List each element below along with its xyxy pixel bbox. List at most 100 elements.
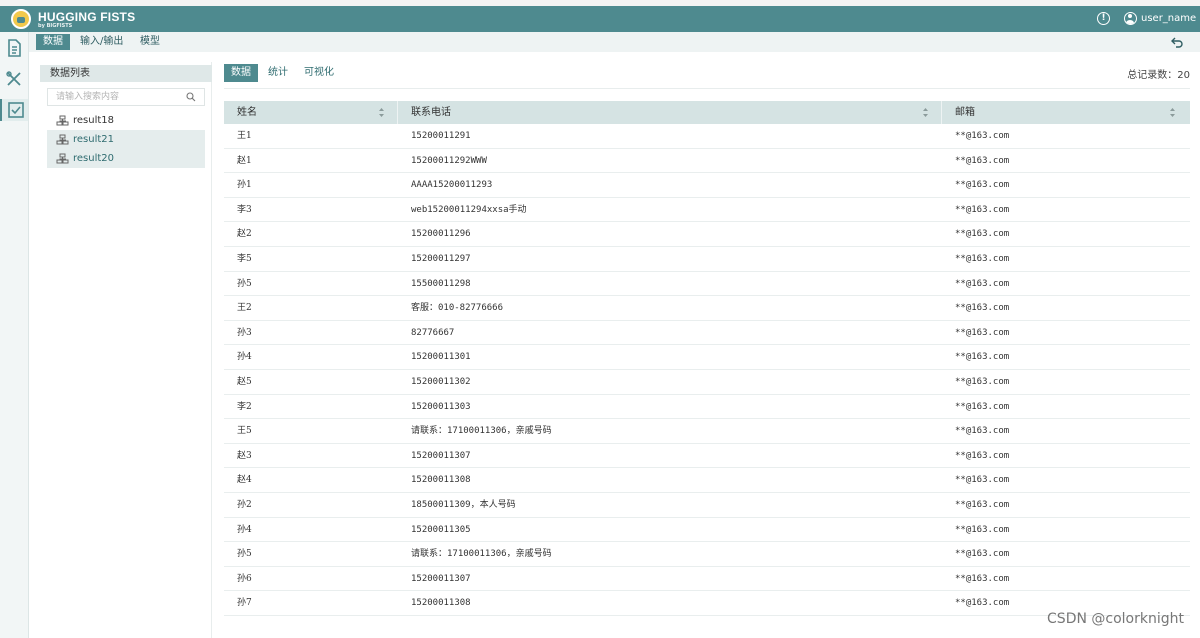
search-input[interactable]: 请输入搜索内容 <box>47 88 205 106</box>
table-row[interactable]: 赵3 15200011307 **@163.com <box>224 444 1190 469</box>
tab-stats[interactable]: 统计 <box>261 64 295 82</box>
table-row[interactable]: 王2 客服：010-82776666 **@163.com <box>224 296 1190 321</box>
table-row[interactable]: 孙1 AAAA15200011293 **@163.com <box>224 173 1190 198</box>
cell-name: 孙5 <box>237 278 252 289</box>
list-item-result20[interactable]: result20 <box>47 149 205 168</box>
cell-email: **@163.com <box>955 352 1010 363</box>
cell-name: 孙5 <box>237 549 252 560</box>
table-row[interactable]: 赵2 15200011296 **@163.com <box>224 222 1190 247</box>
table-header: 姓名 联系电话 邮箱 <box>224 101 1190 124</box>
main-tabs: 数据 统计 可视化 总记录数：20 <box>224 63 1190 89</box>
total-value: 20 <box>1177 70 1190 81</box>
table-row[interactable]: 王1 15200011291 **@163.com <box>224 124 1190 149</box>
column-header-phone[interactable]: 联系电话 <box>411 101 451 124</box>
tab-visualization[interactable]: 可视化 <box>297 64 341 82</box>
data-table: 姓名 联系电话 邮箱 王1 15200011291 **@163.com 赵1 152… <box>224 101 1190 616</box>
cell-email: **@163.com <box>955 253 1010 264</box>
back-icon[interactable] <box>1170 35 1184 49</box>
cell-email: **@163.com <box>955 376 1010 387</box>
table-row[interactable]: 孙4 15200011301 **@163.com <box>224 345 1190 370</box>
cell-email: **@163.com <box>955 524 1010 535</box>
cell-phone: 15200011296 <box>411 229 471 240</box>
sort-icon[interactable] <box>378 107 385 118</box>
user-name[interactable]: user_name <box>1141 13 1196 24</box>
tab-data[interactable]: 数据 <box>224 64 258 82</box>
cell-name: 孙3 <box>237 327 252 338</box>
watermark: CSDN @colorknight <box>1047 611 1184 627</box>
table-row[interactable]: 孙5 15500011298 **@163.com <box>224 272 1190 297</box>
database-icon <box>56 134 69 145</box>
cell-name: 孙7 <box>237 598 252 609</box>
column-divider <box>941 101 942 124</box>
cell-phone: 82776667 <box>411 327 455 338</box>
cell-email: **@163.com <box>955 573 1010 584</box>
table-row[interactable]: 孙5 请联系：17100011306，亲戚号码 **@163.com <box>224 542 1190 567</box>
table-row[interactable]: 赵5 15200011302 **@163.com <box>224 370 1190 395</box>
cell-phone: 15200011303 <box>411 401 471 412</box>
cell-name: 李5 <box>237 253 252 264</box>
cell-phone: 15200011308 <box>411 598 471 609</box>
nav-tab-model[interactable]: 模型 <box>133 34 167 50</box>
cell-phone: 15200011292WWW <box>411 155 487 166</box>
cell-name: 李2 <box>237 401 252 412</box>
list-item-result18[interactable]: result18 <box>47 111 205 130</box>
table-row[interactable]: 李3 web15200011294xxsa手动 **@163.com <box>224 198 1190 223</box>
cell-phone: 请联系：17100011306，亲戚号码 <box>411 426 552 437</box>
table-row[interactable]: 赵1 15200011292WWW **@163.com <box>224 149 1190 174</box>
cell-email: **@163.com <box>955 426 1010 437</box>
cell-email: **@163.com <box>955 549 1010 560</box>
nav-tab-data[interactable]: 数据 <box>36 34 70 50</box>
sort-icon[interactable] <box>922 107 929 118</box>
cell-email: **@163.com <box>955 155 1010 166</box>
list-item-result21[interactable]: result21 <box>47 130 205 149</box>
cell-email: **@163.com <box>955 450 1010 461</box>
cell-name: 赵4 <box>237 475 252 486</box>
table-row[interactable]: 孙2 18500011309，本人号码 **@163.com <box>224 493 1190 518</box>
cell-email: **@163.com <box>955 204 1010 215</box>
cell-phone: 15200011297 <box>411 253 471 264</box>
app-header: HUGGING FISTS by BIGFISTS ! user_name <box>0 6 1200 32</box>
nav-tab-io[interactable]: 输入/输出 <box>73 34 130 50</box>
table-row[interactable]: 孙6 15200011307 **@163.com <box>224 567 1190 592</box>
list-item-label: result20 <box>73 153 115 164</box>
cell-email: **@163.com <box>955 327 1010 338</box>
table-row[interactable]: 孙3 82776667 **@163.com <box>224 321 1190 346</box>
cell-phone: 15200011307 <box>411 573 471 584</box>
database-icon <box>56 153 69 164</box>
column-divider <box>397 101 398 124</box>
cell-phone: 15200011302 <box>411 376 471 387</box>
document-icon[interactable] <box>3 37 25 59</box>
cell-phone: 15200011305 <box>411 524 471 535</box>
list-item-label: result18 <box>73 115 115 126</box>
user-icon[interactable] <box>1124 12 1137 25</box>
cell-email: **@163.com <box>955 180 1010 191</box>
table-row[interactable]: 孙4 15200011305 **@163.com <box>224 518 1190 543</box>
top-navbar: 数据 输入/输出 模型 <box>29 32 1200 52</box>
table-row[interactable]: 赵4 15200011308 **@163.com <box>224 468 1190 493</box>
left-rail <box>0 32 29 638</box>
table-row[interactable]: 李2 15200011303 **@163.com <box>224 395 1190 420</box>
table-row[interactable]: 王5 请联系：17100011306，亲戚号码 **@163.com <box>224 419 1190 444</box>
sort-icon[interactable] <box>1169 107 1176 118</box>
table-row[interactable]: 孙7 15200011308 **@163.com <box>224 591 1190 616</box>
cell-name: 赵1 <box>237 155 252 166</box>
cell-email: **@163.com <box>955 303 1010 314</box>
table-row[interactable]: 李5 15200011297 **@163.com <box>224 247 1190 272</box>
cell-email: **@163.com <box>955 278 1010 289</box>
brand-name: HUGGING FISTS <box>38 10 136 24</box>
cell-phone: 15500011298 <box>411 278 471 289</box>
search-icon[interactable] <box>186 92 196 102</box>
cell-name: 王2 <box>237 303 252 314</box>
column-header-email[interactable]: 邮箱 <box>955 101 975 124</box>
cell-name: 李3 <box>237 204 252 215</box>
cell-email: **@163.com <box>955 401 1010 412</box>
cell-name: 孙1 <box>237 180 252 191</box>
cell-name: 赵2 <box>237 229 252 240</box>
info-icon[interactable]: ! <box>1097 12 1110 25</box>
cell-phone: 请联系：17100011306，亲戚号码 <box>411 549 552 560</box>
cell-name: 赵3 <box>237 450 252 461</box>
cell-phone: 15200011291 <box>411 131 471 141</box>
tools-icon[interactable] <box>3 68 25 90</box>
check-icon[interactable] <box>0 99 28 121</box>
column-header-name[interactable]: 姓名 <box>237 101 257 124</box>
